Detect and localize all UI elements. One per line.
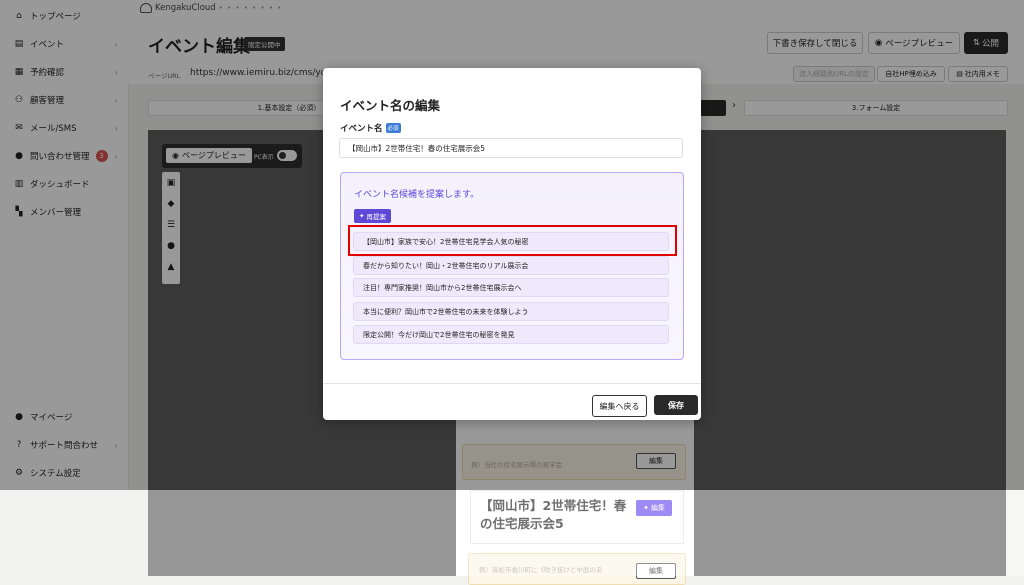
back-to-edit-button[interactable]: 編集へ戻る xyxy=(592,395,647,417)
regenerate-button[interactable]: ✦ 再提案 xyxy=(354,209,391,223)
modal-backdrop-lower xyxy=(148,490,1024,576)
app-root: ⌂ トップページ ▤ イベント › ▦ 予約確認 › ⚇ 顧客管理 › ✉ メール/SMS › ●… xyxy=(0,0,1024,585)
regenerate-label: 再提案 xyxy=(366,213,386,221)
event-name-input[interactable]: 【岡山市】2世帯住宅！春の住宅展示会5 xyxy=(339,138,683,158)
sparkle-icon: ✦ xyxy=(359,212,365,220)
suggestion-item[interactable]: 注目！専門家推奨！岡山市から2世帯住宅展示会へ xyxy=(353,278,669,297)
suggestion-item[interactable]: 本当に便利？岡山市で2世帯住宅の未来を体験しよう xyxy=(353,302,669,321)
dialog-divider xyxy=(323,383,701,384)
required-badge: 必須 xyxy=(385,123,401,133)
event-name-label: イベント名 必須 xyxy=(340,122,401,134)
dialog-title: イベント名の編集 xyxy=(340,98,441,113)
suggestion-item[interactable]: 限定公開！今だけ岡山で2世帯住宅の秘密を発見 xyxy=(353,325,669,344)
save-button[interactable]: 保存 xyxy=(654,395,698,415)
suggestion-item[interactable]: 春だから知りたい！岡山・2世帯住宅のリアル展示会 xyxy=(353,256,669,275)
highlight-box xyxy=(348,225,677,256)
suggestion-heading: イベント名候補を提案します。 xyxy=(354,190,480,200)
field-label: イベント名 xyxy=(340,124,383,134)
